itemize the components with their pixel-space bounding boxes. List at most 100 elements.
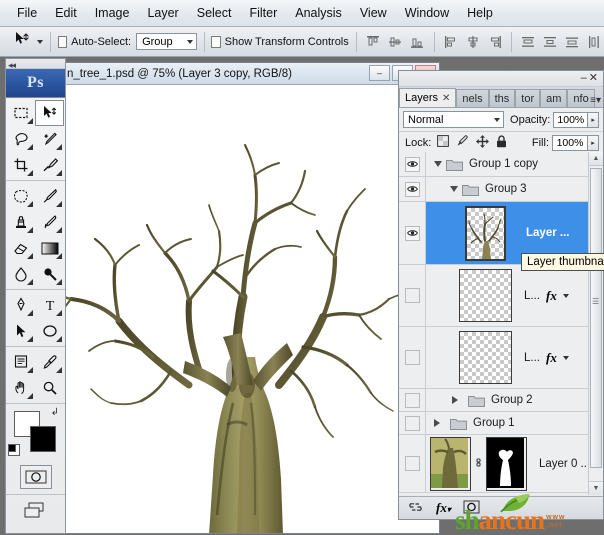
menu-filter[interactable]: Filter [240, 3, 286, 23]
eraser-tool[interactable] [6, 235, 35, 261]
layer-thumbnail[interactable] [465, 206, 506, 261]
tool-preset-chevron-icon[interactable] [37, 40, 43, 44]
chevron-down-icon[interactable] [450, 186, 458, 192]
scroll-up-arrow-icon[interactable]: ▲ [589, 152, 603, 166]
chevron-down-icon[interactable] [434, 161, 442, 167]
move-tool[interactable] [35, 100, 64, 126]
tab-histogram[interactable]: am [540, 89, 567, 107]
notes-tool[interactable] [6, 349, 35, 375]
panel-menu-icon[interactable]: ≡▾ [590, 96, 601, 106]
layer-thumbnail[interactable] [459, 331, 512, 384]
scroll-down-arrow-icon[interactable]: ▼ [589, 481, 603, 495]
lock-transparent-pixels-icon[interactable] [437, 135, 449, 150]
visibility-cell[interactable] [399, 202, 426, 264]
visibility-cell[interactable] [399, 412, 426, 434]
menu-select[interactable]: Select [188, 3, 241, 23]
minimize-button[interactable]: – [369, 65, 390, 81]
layer-mask-thumbnail[interactable] [486, 437, 527, 491]
menu-view[interactable]: View [351, 3, 396, 23]
blur-tool[interactable] [6, 261, 35, 287]
link-layers-icon[interactable] [407, 502, 424, 515]
table-row[interactable]: Group 3 [399, 177, 603, 202]
lock-image-pixels-icon[interactable] [456, 135, 469, 150]
ellipse-shape-tool[interactable] [35, 318, 64, 344]
table-row[interactable]: Group 1 [399, 412, 603, 435]
current-tool-indicator[interactable] [14, 32, 43, 51]
menu-file[interactable]: File [8, 3, 46, 23]
tab-layers[interactable]: Layers ✕ [399, 88, 456, 107]
distribute-left-edges-button[interactable] [585, 32, 604, 51]
slice-tool[interactable] [35, 152, 64, 178]
layer-effects-group[interactable]: fx [546, 350, 569, 366]
visibility-cell[interactable] [399, 177, 426, 201]
history-brush-tool[interactable] [35, 209, 64, 235]
path-selection-tool[interactable] [6, 318, 35, 344]
change-screen-mode-button[interactable] [21, 500, 51, 522]
visibility-cell[interactable] [399, 152, 426, 176]
dodge-tool[interactable] [35, 261, 64, 287]
toolbox-drag-handle[interactable]: ◂◂ [6, 59, 65, 69]
auto-select-checkbox[interactable] [58, 36, 67, 48]
align-top-edges-button[interactable] [364, 32, 383, 51]
fx-icon[interactable]: fx [546, 350, 557, 366]
align-bottom-edges-button[interactable] [408, 32, 427, 51]
chevron-down-icon[interactable] [563, 356, 569, 360]
chevron-down-icon[interactable] [563, 294, 569, 298]
menu-window[interactable]: Window [396, 3, 458, 23]
tab-paths[interactable]: ths [489, 89, 516, 107]
edit-in-quick-mask-mode-button[interactable] [20, 465, 52, 489]
table-row[interactable]: L... fx [399, 265, 603, 327]
menu-image[interactable]: Image [86, 3, 139, 23]
close-icon[interactable]: ✕ [442, 93, 450, 104]
menu-edit[interactable]: Edit [46, 3, 86, 23]
horizontal-type-tool[interactable]: T [35, 292, 64, 318]
default-colors-icon[interactable] [8, 444, 20, 456]
lock-position-icon[interactable] [476, 135, 489, 151]
distribute-bottom-edges-button[interactable] [563, 32, 582, 51]
auto-select-dropdown[interactable]: Group [136, 33, 196, 50]
menu-analysis[interactable]: Analysis [286, 3, 351, 23]
zoom-tool[interactable] [35, 375, 64, 401]
layers-scrollbar[interactable]: ▲ ☰ ▼ [588, 152, 603, 495]
eye-icon[interactable] [405, 393, 420, 408]
eyedropper-tool[interactable] [35, 349, 64, 375]
align-horizontal-centers-button[interactable] [463, 32, 482, 51]
distribute-vertical-centers-button[interactable] [541, 32, 560, 51]
eye-icon[interactable] [405, 288, 420, 303]
layer-mask-link-icon[interactable] [474, 456, 483, 472]
visibility-cell[interactable] [399, 435, 426, 492]
opacity-input[interactable]: 100% [553, 112, 588, 128]
table-row[interactable]: Group 1 copy [399, 152, 603, 177]
patch-tool[interactable] [6, 183, 35, 209]
eye-icon[interactable] [405, 350, 420, 365]
table-row[interactable]: Layer 0 ... [399, 435, 603, 493]
panel-title-bar[interactable]: –✕ [399, 71, 603, 87]
hand-tool[interactable] [6, 375, 35, 401]
pen-tool[interactable] [6, 292, 35, 318]
opacity-stepper[interactable]: ▸ [588, 112, 599, 128]
eye-icon[interactable] [405, 182, 420, 197]
eye-icon[interactable] [405, 416, 420, 431]
canvas-area[interactable] [41, 85, 439, 533]
fill-input[interactable]: 100% [552, 135, 588, 151]
eye-icon[interactable] [405, 456, 420, 471]
table-row[interactable]: L... fx [399, 327, 603, 389]
swap-colors-icon[interactable]: ↲ [51, 407, 59, 418]
show-transform-checkbox[interactable] [211, 36, 220, 48]
blend-mode-dropdown[interactable]: Normal [403, 111, 504, 128]
quick-selection-tool[interactable] [35, 126, 64, 152]
lock-all-icon[interactable] [496, 135, 507, 151]
table-row[interactable]: Group 2 [399, 389, 603, 412]
tab-history[interactable]: tor [515, 89, 540, 107]
panel-minimize-close-icons[interactable]: –✕ [581, 71, 600, 84]
chevron-right-icon[interactable] [452, 396, 458, 404]
gradient-tool[interactable] [35, 235, 64, 261]
distribute-top-edges-button[interactable] [519, 32, 538, 51]
tab-channels[interactable]: nels [456, 89, 488, 107]
rectangular-marquee-tool[interactable] [6, 100, 35, 126]
crop-tool[interactable] [6, 152, 35, 178]
lasso-tool[interactable] [6, 126, 35, 152]
background-color-swatch[interactable] [30, 426, 56, 452]
visibility-cell[interactable] [399, 327, 426, 388]
add-layer-style-icon[interactable]: fx▾ [436, 500, 451, 516]
